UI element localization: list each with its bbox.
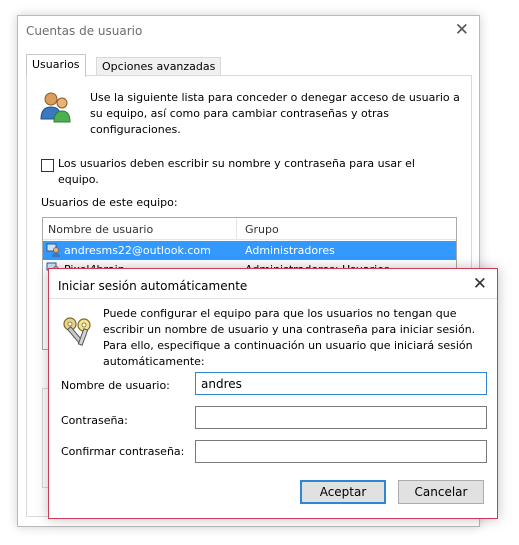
user-group: Administradores [245, 244, 335, 257]
title-bar[interactable]: Cuentas de usuario ✕ [18, 16, 479, 46]
tab-usuarios[interactable]: Usuarios [26, 54, 86, 77]
column-header-group[interactable]: Grupo [245, 223, 279, 236]
auto-login-dialog: Iniciar sesión automáticamente ✕ Puede c… [48, 268, 498, 519]
close-icon[interactable]: ✕ [455, 21, 469, 39]
tab-opciones-avanzadas[interactable]: Opciones avanzadas [96, 57, 222, 76]
column-divider[interactable] [236, 218, 237, 240]
accept-button[interactable]: Aceptar [300, 480, 386, 504]
confirm-password-input[interactable] [195, 440, 487, 463]
confirm-password-label: Confirmar contraseña: [61, 445, 185, 458]
dialog-description: Puede configurar el equipo para que los … [103, 307, 476, 368]
keys-icon [61, 315, 95, 350]
window-title: Cuentas de usuario [26, 24, 143, 38]
require-login-checkbox[interactable] [41, 159, 54, 172]
username-label: Nombre de usuario: [61, 379, 170, 392]
cancel-button[interactable]: Cancelar [398, 480, 484, 504]
intro-text: Use la siguiente lista para conceder o d… [90, 91, 460, 136]
users-icon [38, 89, 74, 128]
user-icon [46, 243, 61, 261]
users-list-label: Usuarios de este equipo: [41, 196, 178, 209]
password-label: Contraseña: [61, 414, 128, 427]
require-login-label[interactable]: Los usuarios deben escribir su nombre y … [58, 156, 418, 188]
password-input[interactable] [195, 406, 487, 429]
user-name: andresms22@outlook.com [64, 244, 211, 257]
dialog-title: Iniciar sesión automáticamente [58, 279, 248, 293]
table-row[interactable]: andresms22@outlook.com Administradores [43, 241, 456, 260]
column-header-username[interactable]: Nombre de usuario [48, 223, 153, 236]
list-header: Nombre de usuario Grupo [43, 218, 456, 240]
close-icon[interactable]: ✕ [473, 275, 487, 293]
username-input[interactable] [195, 372, 487, 395]
